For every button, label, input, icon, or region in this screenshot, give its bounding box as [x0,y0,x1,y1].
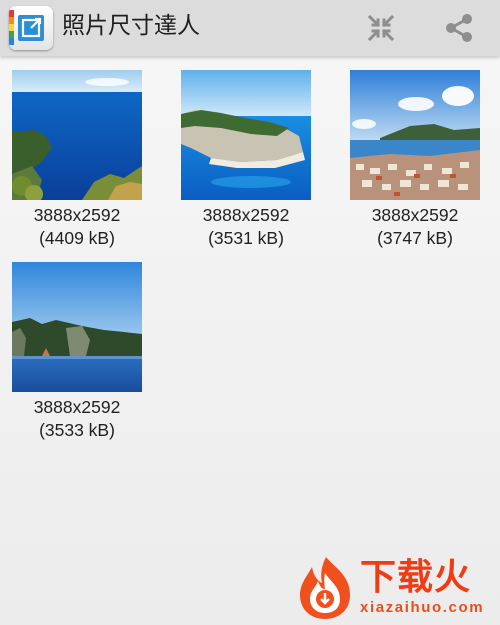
watermark-url: xiazaihuo.com [360,599,485,616]
photo-filesize: (3747 kB) [377,228,453,248]
photo-filesize: (3531 kB) [208,228,284,248]
photo-thumbnail[interactable] [12,70,142,200]
photo-item[interactable]: 3888x2592 (3747 kB) [340,70,490,250]
photo-caption: 3888x2592 (4409 kB) [2,204,152,250]
photo-thumbnail[interactable] [350,70,480,200]
flame-logo-icon [300,557,350,619]
watermark-name: 下载火 [360,557,472,598]
photo-filesize: (4409 kB) [39,228,115,248]
photo-item[interactable]: 3888x2592 (3531 kB) [171,70,321,250]
photo-filesize: (3533 kB) [39,420,115,440]
compress-icon [367,14,395,42]
photo-dimensions: 3888x2592 [33,205,121,225]
photo-caption: 3888x2592 (3533 kB) [2,396,152,442]
app-logo-icon [9,6,53,50]
app-title: 照片尺寸達人 [62,13,200,39]
photo-caption: 3888x2592 (3747 kB) [340,204,490,250]
share-button[interactable] [439,8,479,48]
app-bar: 照片尺寸達人 [0,0,500,56]
photo-caption: 3888x2592 (3531 kB) [171,204,321,250]
watermark-logo: 下载火 xiazaihuo.com [294,555,498,623]
photo-dimensions: 3888x2592 [371,205,459,225]
compress-button[interactable] [361,8,401,48]
photo-dimensions: 3888x2592 [33,397,121,417]
photo-item[interactable]: 3888x2592 (3533 kB) [2,262,152,442]
photo-thumbnail[interactable] [181,70,311,200]
photo-dimensions: 3888x2592 [202,205,290,225]
share-icon [446,14,472,42]
photo-item[interactable]: 3888x2592 (4409 kB) [2,70,152,250]
photo-thumbnail[interactable] [12,262,142,392]
